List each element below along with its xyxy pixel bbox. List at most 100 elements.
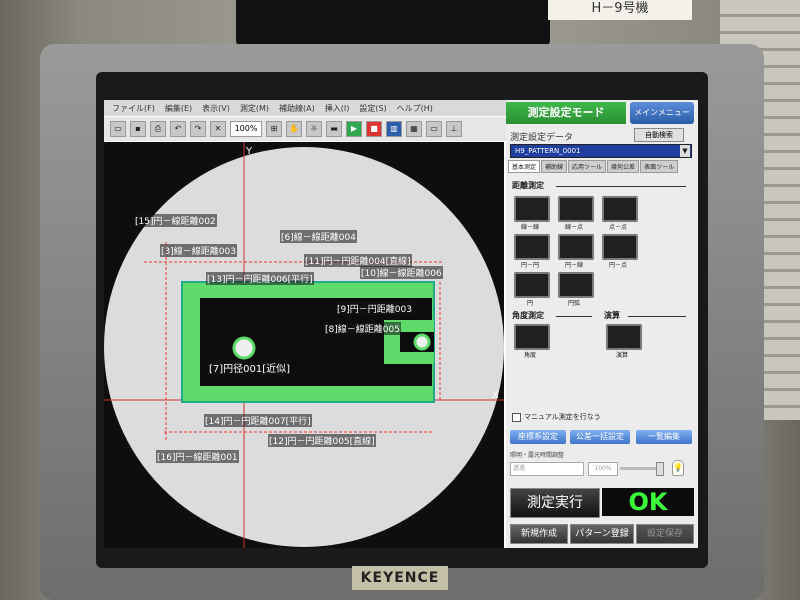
result-status: OK bbox=[602, 488, 694, 516]
tab-basic[interactable]: 基本測定 bbox=[508, 160, 541, 173]
circle-point-label: 円－点 bbox=[608, 262, 627, 269]
device-label: H－9号機 bbox=[548, 0, 692, 20]
run-measure-button[interactable]: 測定実行 bbox=[510, 488, 600, 518]
arc-tool[interactable] bbox=[558, 272, 594, 298]
distance-divider bbox=[556, 186, 686, 187]
dim-label-16[interactable]: [16]円－線距離001 bbox=[156, 450, 239, 463]
dim-label-7[interactable]: [7]円径001[近似] bbox=[208, 360, 292, 375]
calc-tool[interactable] bbox=[606, 324, 642, 350]
dim-label-13[interactable]: [13]円－円距離006[平行] bbox=[206, 272, 314, 285]
light-slider-handle[interactable] bbox=[656, 462, 664, 476]
play-icon[interactable]: ▶ bbox=[346, 121, 362, 137]
tab-guide[interactable]: 補助線 bbox=[541, 160, 568, 173]
light-percent-input[interactable]: 100% bbox=[588, 462, 618, 476]
point-point-label: 点－点 bbox=[608, 224, 627, 231]
tab-tolerance[interactable]: 幾何公差 bbox=[607, 160, 640, 173]
menu-insert[interactable]: 挿入(I) bbox=[325, 103, 350, 114]
calc-divider bbox=[628, 316, 686, 317]
open-icon[interactable]: ▭ bbox=[110, 121, 126, 137]
arc-label: 円弧 bbox=[567, 300, 580, 307]
zoom-select[interactable]: 100% bbox=[230, 121, 262, 137]
stage-icon[interactable]: ▬ bbox=[326, 121, 342, 137]
pan-icon[interactable]: ✋ bbox=[286, 121, 302, 137]
fit-icon[interactable]: ⊞ bbox=[266, 121, 282, 137]
dim-label-6[interactable]: [6]線－線距離004 bbox=[280, 230, 357, 243]
viewport-graphics: Y X bbox=[104, 142, 504, 548]
delete-icon[interactable]: ✕ bbox=[210, 121, 226, 137]
light-slider-track[interactable] bbox=[620, 467, 660, 470]
menu-help[interactable]: ヘルプ(H) bbox=[397, 103, 433, 114]
auto-search-button[interactable]: 自動検索 bbox=[634, 128, 684, 142]
bulb-icon[interactable]: 💡 bbox=[672, 460, 684, 476]
grid-icon[interactable]: ▦ bbox=[406, 121, 422, 137]
axis-y-label: Y bbox=[245, 146, 253, 157]
data-select[interactable]: H9_PATTERN_0001 ▼ bbox=[510, 144, 692, 158]
tab-bar: 基本測定 補助線 応用ツール 幾何公差 表面ツール bbox=[508, 160, 679, 173]
tab-surface[interactable]: 表面ツール bbox=[640, 160, 679, 173]
data-title: 測定設定データ bbox=[510, 133, 574, 143]
new-button[interactable]: 新規作成 bbox=[510, 524, 568, 544]
brand-logo: KEYENCE bbox=[352, 566, 448, 590]
circle-tool[interactable] bbox=[514, 272, 550, 298]
manual-measure-checkbox[interactable] bbox=[512, 412, 521, 422]
pattern-register-button[interactable]: パターン登録 bbox=[570, 524, 634, 544]
tolerance-setting-button[interactable]: 公差一括設定 bbox=[570, 430, 630, 444]
angle-divider bbox=[556, 316, 592, 317]
circle-point-tool[interactable] bbox=[602, 234, 638, 260]
angle-tool[interactable] bbox=[514, 324, 550, 350]
save-icon[interactable]: ▪ bbox=[130, 121, 146, 137]
circle-circle-label: 円－円 bbox=[520, 262, 539, 269]
dim-label-10[interactable]: [10]線－線距離006 bbox=[360, 266, 443, 279]
line-point-tool[interactable] bbox=[558, 196, 594, 222]
circle-line-tool[interactable] bbox=[558, 234, 594, 260]
measure-icon[interactable]: ⊥ bbox=[446, 121, 462, 137]
line-line-tool[interactable] bbox=[514, 196, 550, 222]
circle-circle-tool[interactable] bbox=[514, 234, 550, 260]
manual-measure-label: マニュアル測定を行なう bbox=[524, 413, 601, 421]
dim-label-15[interactable]: [15]円－線距離002 bbox=[134, 214, 217, 227]
angle-label: 角度 bbox=[523, 352, 536, 359]
undo-icon[interactable]: ↶ bbox=[170, 121, 186, 137]
mode-title: 測定設定モード bbox=[506, 102, 626, 124]
stop-icon[interactable]: ■ bbox=[366, 121, 382, 137]
light-select[interactable]: 透過 bbox=[510, 462, 584, 476]
dim-label-3[interactable]: [3]線－線距離003 bbox=[160, 244, 237, 257]
menu-bar: ファイル(F) 編集(E) 表示(V) 測定(M) 補助線(A) 挿入(I) 設… bbox=[104, 100, 512, 116]
main-menu-button[interactable]: メインメニュー bbox=[630, 102, 694, 124]
manual-measure-row: マニュアル測定を行なう bbox=[512, 412, 601, 422]
circle-label: 円 bbox=[526, 300, 533, 307]
camera-viewport[interactable]: Y X [15]円－線距離002 [6]線－線距離004 [3]線－線距離003… bbox=[104, 142, 504, 548]
screen: ファイル(F) 編集(E) 表示(V) 測定(M) 補助線(A) 挿入(I) 設… bbox=[104, 100, 698, 548]
top-device: H－9号機 bbox=[236, 0, 692, 48]
chevron-down-icon: ▼ bbox=[680, 145, 690, 157]
calc-label: 演算 bbox=[615, 352, 628, 359]
menu-view[interactable]: 表示(V) bbox=[202, 103, 230, 114]
dim-label-12[interactable]: [12]円－円距離005[直線] bbox=[268, 434, 376, 447]
light-icon[interactable]: ☼ bbox=[306, 121, 322, 137]
angle-section-title: 角度測定 bbox=[512, 311, 544, 320]
line-line-label: 線－線 bbox=[520, 224, 539, 231]
monitor-icon[interactable]: ▭ bbox=[426, 121, 442, 137]
distance-section-title: 距離測定 bbox=[512, 181, 544, 190]
menu-settings[interactable]: 設定(S) bbox=[359, 103, 386, 114]
dim-label-9[interactable]: [9]円－円距離003 bbox=[336, 302, 413, 315]
point-point-tool[interactable] bbox=[602, 196, 638, 222]
dim-label-14[interactable]: [14]円－円距離007[平行] bbox=[204, 414, 312, 427]
menu-edit[interactable]: 編集(E) bbox=[165, 103, 192, 114]
menu-measure[interactable]: 測定(M) bbox=[240, 103, 269, 114]
coord-setting-button[interactable]: 座標系設定 bbox=[510, 430, 566, 444]
circle-line-label: 円－線 bbox=[564, 262, 583, 269]
edge-icon[interactable]: ▥ bbox=[386, 121, 402, 137]
save-settings-button[interactable]: 設定保存 bbox=[636, 524, 694, 544]
hole-circle bbox=[232, 336, 256, 360]
print-icon[interactable]: ⎙ bbox=[150, 121, 166, 137]
menu-guide[interactable]: 補助線(A) bbox=[279, 103, 315, 114]
axis-x-label: X bbox=[492, 390, 499, 401]
menu-file[interactable]: ファイル(F) bbox=[112, 103, 155, 114]
redo-icon[interactable]: ↷ bbox=[190, 121, 206, 137]
dim-label-8[interactable]: [8]線－線距離005 bbox=[324, 322, 401, 335]
list-edit-button[interactable]: 一覧編集 bbox=[636, 430, 692, 444]
tab-advanced[interactable]: 応用ツール bbox=[568, 160, 607, 173]
settings-panel: 測定設定モード メインメニュー 測定設定データ 自動検索 H9_PATTERN_… bbox=[506, 100, 698, 548]
light-adjust-label: 照明・露光時間調整 bbox=[510, 452, 565, 459]
